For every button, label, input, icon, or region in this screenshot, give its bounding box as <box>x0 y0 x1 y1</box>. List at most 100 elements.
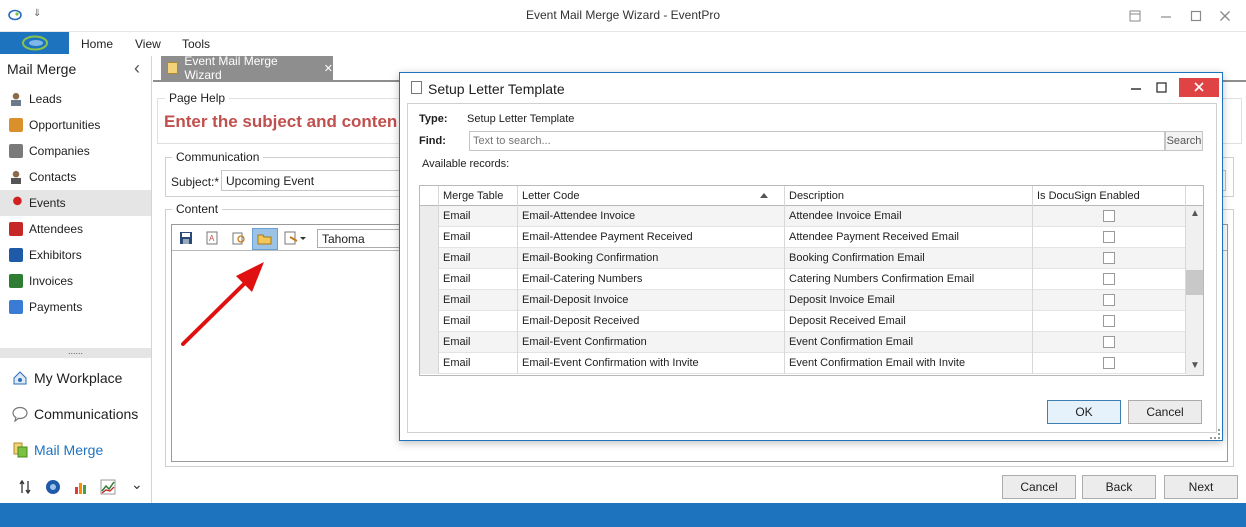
cell-merge-table: Email <box>439 227 518 248</box>
tab-event-mail-merge-wizard[interactable]: Event Mail Merge Wizard ✕ <box>161 54 333 82</box>
nav-mail-merge[interactable]: Mail Merge <box>0 432 151 468</box>
cell-description: Attendee Invoice Email <box>785 206 1033 227</box>
cancel-button[interactable]: Cancel <box>1002 475 1076 499</box>
menu-tools[interactable]: Tools <box>182 37 210 51</box>
save-icon[interactable] <box>179 231 193 248</box>
available-records-label: Available records: <box>422 158 510 170</box>
sidebar-item-label: Contacts <box>29 170 77 184</box>
table-row[interactable]: Email Email-Booking Confirmation Booking C… <box>420 248 1186 269</box>
sidebar-item-leads[interactable]: Leads <box>0 86 151 112</box>
sidebar-item-opportunities[interactable]: Opportunities <box>0 112 151 138</box>
tab-close-icon[interactable]: ✕ <box>324 62 333 75</box>
search-input[interactable] <box>469 131 1165 151</box>
table-row[interactable]: Email Email-Event Confirmation with Invit… <box>420 353 1186 374</box>
table-row[interactable]: Email Email-Event Confirmation Event Confi… <box>420 332 1186 353</box>
docusign-checkbox[interactable] <box>1103 273 1115 286</box>
sort-icon[interactable] <box>19 479 31 497</box>
table-row[interactable]: Email Email-Attendee Invoice Attendee Invo… <box>420 206 1186 227</box>
sidebar-item-label: Opportunities <box>29 118 101 132</box>
font-select[interactable]: Tahoma <box>317 229 407 248</box>
open-folder-icon[interactable] <box>252 228 278 250</box>
grid-scrollbar[interactable]: ▲ ▼ <box>1186 206 1203 375</box>
template-icon[interactable]: A <box>205 231 219 248</box>
app-menu-logo-icon <box>22 35 48 51</box>
docusign-checkbox[interactable] <box>1103 252 1115 265</box>
docusign-checkbox[interactable] <box>1103 336 1115 349</box>
setup-letter-template-dialog: Setup Letter Template Type: Setup Letter… <box>399 72 1223 441</box>
page-help-heading: Enter the subject and conten <box>164 112 398 131</box>
sidebar-header: Mail Merge <box>7 61 77 77</box>
docusign-checkbox[interactable] <box>1103 315 1115 328</box>
dialog-cancel-button[interactable]: Cancel <box>1128 400 1202 424</box>
globe-icon[interactable] <box>45 479 61 498</box>
ok-button[interactable]: OK <box>1047 400 1121 424</box>
tab-label: Event Mail Merge Wizard <box>184 54 278 82</box>
sidebar-item-label: Leads <box>29 92 62 106</box>
table-row[interactable]: Email Email-Deposit Received Deposit Recei… <box>420 311 1186 332</box>
dialog-close-button[interactable] <box>1179 78 1219 97</box>
table-row[interactable]: Email Email-Attendee Payment Received Atte… <box>420 227 1186 248</box>
merge-field-dropdown-icon[interactable] <box>284 231 306 248</box>
find-label: Find: <box>419 135 446 147</box>
row-indicator <box>420 353 439 374</box>
pushpin-icon <box>9 196 23 210</box>
table-row[interactable]: Email Email-Catering Numbers Catering Numb… <box>420 269 1186 290</box>
cell-merge-table: Email <box>439 269 518 290</box>
sidebar-item-payments[interactable]: Payments <box>0 294 151 320</box>
col-docusign[interactable]: Is DocuSign Enabled <box>1033 186 1186 207</box>
sidebar-item-events[interactable]: Events <box>0 190 151 216</box>
nav-my-workplace[interactable]: My Workplace <box>0 360 151 396</box>
col-merge-table[interactable]: Merge Table <box>439 186 518 207</box>
line-chart-icon[interactable] <box>100 479 116 498</box>
find-replace-icon[interactable] <box>232 231 246 248</box>
sidebar-splitter[interactable]: ...... <box>0 347 151 358</box>
row-indicator <box>420 269 439 290</box>
maximize-icon[interactable] <box>1186 6 1206 26</box>
nav-communications[interactable]: Communications <box>0 396 151 432</box>
sidebar-item-label: Companies <box>29 144 90 158</box>
menu-view[interactable]: View <box>135 37 161 51</box>
records-grid: Merge Table Letter Code Description Is D… <box>419 185 1204 376</box>
search-button[interactable]: Search <box>1165 131 1203 151</box>
row-indicator <box>420 290 439 311</box>
app-menu-button[interactable] <box>0 32 69 54</box>
sidebar-item-contacts[interactable]: Contacts <box>0 164 151 190</box>
sidebar-item-invoices[interactable]: Invoices <box>0 268 151 294</box>
menu-home[interactable]: Home <box>81 37 113 51</box>
sidebar-item-attendees[interactable]: Attendees <box>0 216 151 242</box>
speech-bubble-icon <box>12 406 28 423</box>
more-options-icon[interactable]: ⌄ <box>131 476 143 493</box>
col-description[interactable]: Description <box>785 186 1033 207</box>
page-help-legend: Page Help <box>165 91 230 105</box>
docusign-checkbox[interactable] <box>1103 357 1115 370</box>
scroll-down-icon[interactable]: ▼ <box>1190 360 1200 371</box>
cell-docusign <box>1033 227 1186 248</box>
wizard-tab-icon <box>167 62 179 74</box>
col-letter-code[interactable]: Letter Code <box>518 186 785 207</box>
table-row[interactable]: Email Email-Deposit Invoice Deposit Invoic… <box>420 290 1186 311</box>
scroll-up-icon[interactable]: ▲ <box>1190 208 1200 219</box>
dialog-maximize-icon[interactable] <box>1156 82 1167 96</box>
collapse-sidebar-icon[interactable]: ‹ <box>134 58 140 79</box>
docusign-checkbox[interactable] <box>1103 210 1115 223</box>
docusign-checkbox[interactable] <box>1103 294 1115 307</box>
back-button[interactable]: Back <box>1082 475 1156 499</box>
cell-docusign <box>1033 332 1186 353</box>
dialog-minimize-icon[interactable] <box>1130 79 1142 91</box>
docusign-checkbox[interactable] <box>1103 231 1115 244</box>
sidebar-item-companies[interactable]: Companies <box>0 138 151 164</box>
sidebar-item-exhibitors[interactable]: Exhibitors <box>0 242 151 268</box>
resize-grip-icon[interactable] <box>1210 429 1220 439</box>
restore-ribbon-icon[interactable] <box>1125 6 1145 26</box>
bar-chart-icon[interactable] <box>73 479 89 498</box>
opportunities-icon <box>9 118 23 132</box>
close-icon[interactable] <box>1215 6 1235 26</box>
row-indicator <box>420 206 439 227</box>
row-indicator <box>420 248 439 269</box>
next-button[interactable]: Next <box>1164 475 1238 499</box>
scroll-thumb[interactable] <box>1186 270 1203 295</box>
invoice-icon <box>9 274 23 288</box>
status-bar <box>0 503 1246 527</box>
minimize-icon[interactable] <box>1156 6 1176 26</box>
companies-icon <box>9 144 23 158</box>
